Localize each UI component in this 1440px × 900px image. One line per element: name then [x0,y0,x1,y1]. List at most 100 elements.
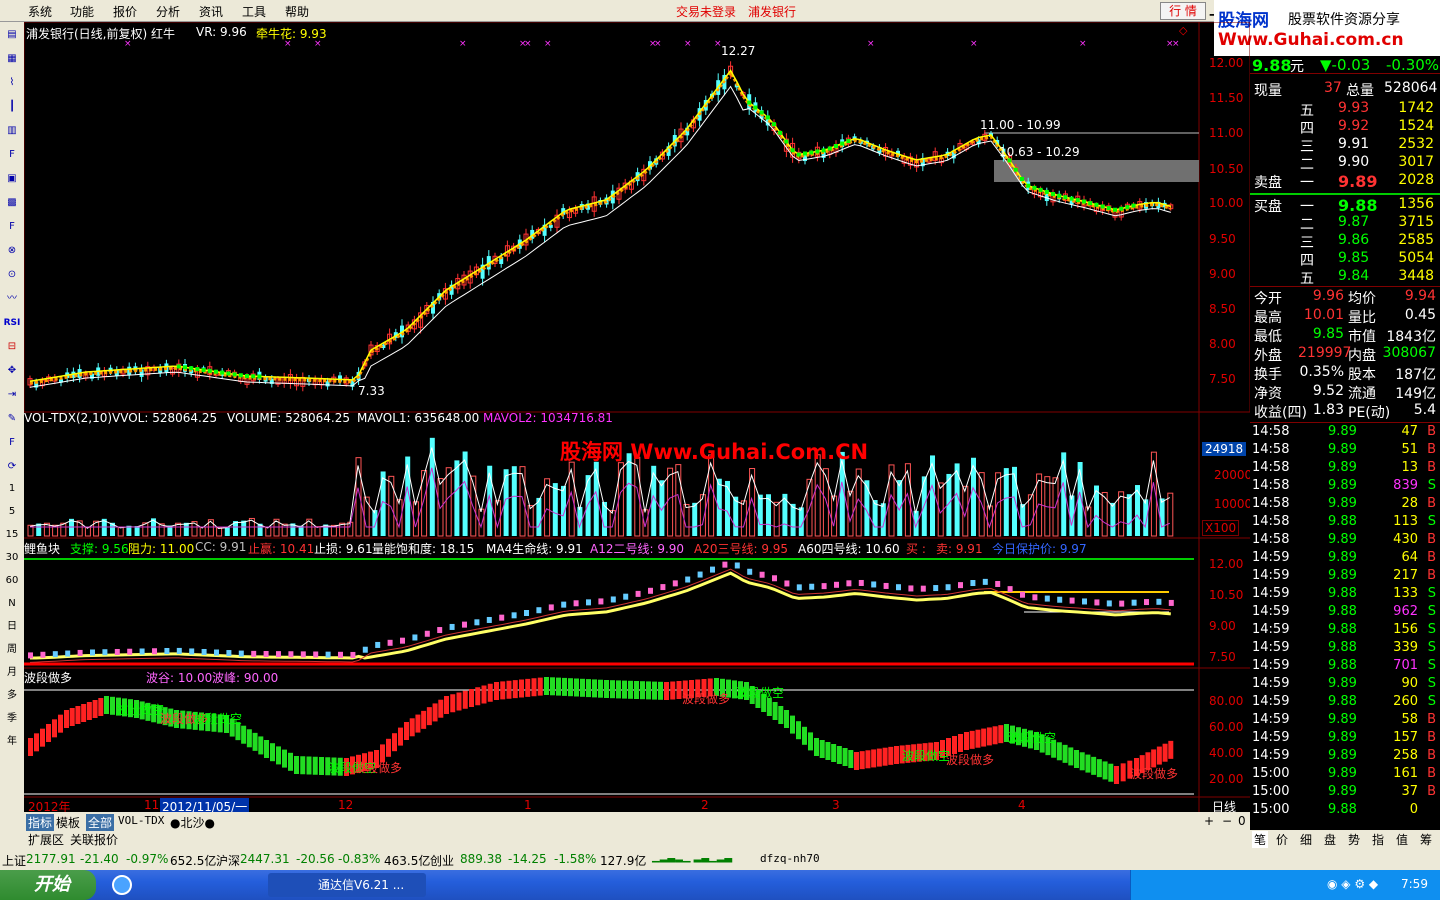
buy-volume: 5054 [1398,250,1434,266]
fund-icon[interactable]: F [3,146,21,164]
tab-vol-tdx[interactable]: VOL-TDX [118,814,164,827]
tick-volume: 64 [1401,550,1418,565]
period-1min[interactable]: 1 [3,480,21,498]
zoom-reset-button[interactable]: 0 [1238,814,1246,828]
kline-icon[interactable]: ┃ [3,98,21,116]
zoom-out-button[interactable]: − [1222,814,1232,828]
buy-row[interactable]: 五 9.84 3448 [1250,268,1440,287]
tab-chou[interactable]: 筹 [1420,831,1432,848]
ind-block [499,614,505,621]
tool-icon[interactable]: ▦ [3,50,21,68]
tab-beisha[interactable]: ●北沙● [170,814,215,831]
sell-row[interactable]: 三 9.91 2532 [1250,136,1440,155]
index-hs-name[interactable]: 沪深 [216,852,240,869]
menu-help[interactable]: 帮助 [285,3,309,20]
expand-icon[interactable]: ◇ [1179,24,1187,37]
tool-icon[interactable]: F [3,218,21,236]
tab-zhi2[interactable]: 值 [1396,831,1408,848]
ind-block [52,651,58,658]
tab-zhi[interactable]: 指 [1372,831,1384,848]
trend-marker [747,100,752,105]
menu-system[interactable]: 系统 [28,3,52,20]
period-multi[interactable]: 多 [3,687,21,705]
sell-volume: 1742 [1398,100,1434,116]
period-quarter[interactable]: 季 [3,710,21,728]
rsi-icon[interactable]: RSI [3,314,21,332]
lock-icon[interactable]: ⊟ [3,338,21,356]
period-60min[interactable]: 60 [3,572,21,590]
menu-tools[interactable]: 工具 [242,3,266,20]
quote-button[interactable]: 行 情 [1160,2,1206,20]
tab-all[interactable]: 全部 [86,814,115,831]
ind-block [536,607,542,614]
tab-xi[interactable]: 细 [1300,831,1312,848]
sell-row[interactable]: 卖盘 一 9.89 2028 [1250,172,1440,191]
browser-icon[interactable] [112,875,132,895]
period-year[interactable]: 年 [3,733,21,751]
period-5min[interactable]: 5 [3,503,21,521]
taskbar-app-tdx[interactable]: 通达信V6.21 ... [268,873,426,897]
export-icon[interactable]: ⇥ [3,386,21,404]
ind-block [933,585,939,592]
tool-icon[interactable]: ⊗ [3,242,21,260]
zoom-in-button[interactable]: + [1204,814,1214,828]
start-button[interactable]: 开始 [0,870,96,900]
table-icon[interactable]: ▥ [3,122,21,140]
buy-row[interactable]: 买盘 一 9.88 1356 [1250,196,1440,215]
tool-icon[interactable]: ▤ [3,26,21,44]
period-n[interactable]: N [3,595,21,613]
period-15min[interactable]: 15 [3,526,21,544]
index-hs-change: -20.56 [296,852,335,866]
index-hs-value: 2447.31 [240,852,290,866]
index-cy-name[interactable]: 创业 [430,852,454,869]
volume-bar-down [372,510,378,536]
period-week[interactable]: 周 [3,641,21,659]
buy-row[interactable]: 三 9.86 2585 [1250,232,1440,251]
formula-icon[interactable]: F [3,434,21,452]
sell-row[interactable]: 四 9.92 1524 [1250,118,1440,137]
wave-block [568,678,573,697]
buy-row[interactable]: 二 9.87 3715 [1250,214,1440,233]
trend-icon[interactable]: 〰 [3,290,21,308]
sell-row[interactable]: 五 9.93 1742 [1250,100,1440,119]
zoom-icon[interactable]: ⊙ [3,266,21,284]
index-sh-name[interactable]: 上证 [2,852,26,869]
ind-block [1094,599,1100,606]
trend-marker [1100,204,1105,209]
wave-block [986,727,992,746]
wave-block [808,732,813,751]
chart-icon[interactable]: ⌇ [3,74,21,92]
tab-jia[interactable]: 价 [1276,831,1288,848]
vr-value: VR: 9.96 [196,25,247,39]
menu-analysis[interactable]: 分析 [156,3,180,20]
menu-quote[interactable]: 报价 [113,3,137,20]
refresh-icon[interactable]: ⟳ [3,458,21,476]
menu-function[interactable]: 功能 [70,3,94,20]
trade-status[interactable]: 交易未登录 [676,3,736,20]
trend-marker [784,139,789,144]
trend-marker [1051,192,1055,196]
tab-bi[interactable]: 笔 [1252,831,1269,848]
tray-icons[interactable]: ◉ ◈ ⚙ ◆ [1327,877,1378,891]
period-month[interactable]: 月 [3,664,21,682]
move-icon[interactable]: ✥ [3,362,21,380]
tool-icon[interactable]: ▣ [3,170,21,188]
tab-expand-area[interactable]: 扩展区 [28,831,64,848]
tool-icon[interactable]: ▩ [3,194,21,212]
tab-shi[interactable]: 势 [1348,831,1360,848]
menu-news[interactable]: 资讯 [199,3,223,20]
period-day[interactable]: 日 [3,618,21,636]
tick-price: 9.88 [1328,586,1357,601]
pen-icon[interactable]: ✎ [3,410,21,428]
tab-template[interactable]: 模板 [56,814,80,831]
kline-chart-area[interactable]: × × × × × × × × × × × × × × × × 浦发银行(日线,前复权) 红牛 VR: 9.9… [24,22,1252,815]
tab-pan[interactable]: 盘 [1324,831,1336,848]
tab-indicator[interactable]: 指标 [26,814,55,831]
sell-row[interactable]: 二 9.90 3017 [1250,154,1440,173]
trend-marker [772,122,776,127]
buy-row[interactable]: 四 9.85 5054 [1250,250,1440,269]
volume-bar-down [536,497,542,536]
period-30min[interactable]: 30 [3,549,21,567]
current-stock-name: 浦发银行 [748,5,797,19]
tab-related-quote[interactable]: 关联报价 [70,831,118,848]
